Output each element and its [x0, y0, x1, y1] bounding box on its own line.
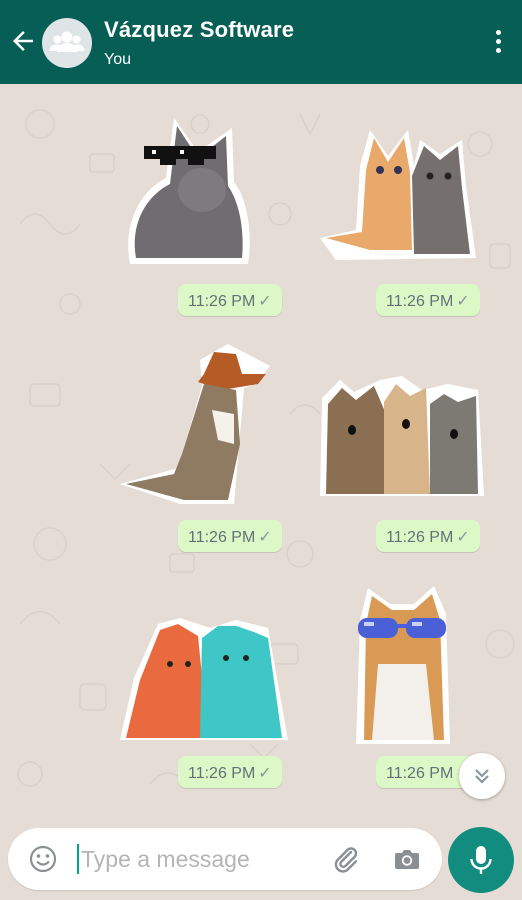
- scroll-to-bottom-button[interactable]: [459, 753, 505, 799]
- double-chevron-down-icon: [475, 769, 489, 784]
- text-cursor: [77, 844, 79, 874]
- message-timestamp: 11:26 PM✓: [178, 284, 282, 316]
- sent-tick-icon: ✓: [456, 293, 470, 310]
- camera-icon[interactable]: [392, 844, 422, 874]
- voice-record-button[interactable]: [448, 827, 514, 893]
- message-timestamp: 11:26 PM✓: [178, 756, 282, 788]
- message-composer: [8, 828, 442, 890]
- group-avatar-icon[interactable]: [42, 18, 92, 68]
- sticker-cat-sunglasses[interactable]: [122, 112, 252, 270]
- message-timestamp: 11:26 PM✓: [376, 284, 480, 316]
- sent-tick-icon: ✓: [456, 529, 470, 546]
- chat-header: Vázquez Software You: [0, 0, 522, 84]
- chat-area[interactable]: 11:26 PM ✓ 11:26 PM ✓ 11:26 PM ✓ 11:26 P…: [0, 84, 522, 814]
- sticker-three-cats[interactable]: [318, 374, 486, 500]
- emoji-icon[interactable]: [28, 844, 58, 874]
- sent-tick-icon: ✓: [258, 293, 272, 310]
- message-timestamp: 11:26 PM✓: [376, 520, 480, 552]
- sticker-orange-teal-cats[interactable]: [118, 614, 290, 748]
- message-input[interactable]: [81, 840, 321, 878]
- sticker-cat-cowboy-hat[interactable]: [118, 344, 272, 506]
- sent-tick-icon: ✓: [258, 529, 272, 546]
- more-vertical-icon[interactable]: [494, 30, 502, 56]
- chat-title[interactable]: Vázquez Software: [104, 17, 294, 43]
- microphone-icon: [470, 846, 492, 874]
- chat-subtitle: You: [104, 51, 131, 68]
- paperclip-icon[interactable]: [330, 843, 362, 875]
- sticker-cat-blue-sunglasses[interactable]: [354, 584, 452, 750]
- message-timestamp: 11:26 PM✓: [178, 520, 282, 552]
- sent-tick-icon: ✓: [258, 765, 272, 782]
- arrow-left-icon[interactable]: [8, 26, 38, 56]
- sticker-two-kittens[interactable]: [316, 126, 480, 264]
